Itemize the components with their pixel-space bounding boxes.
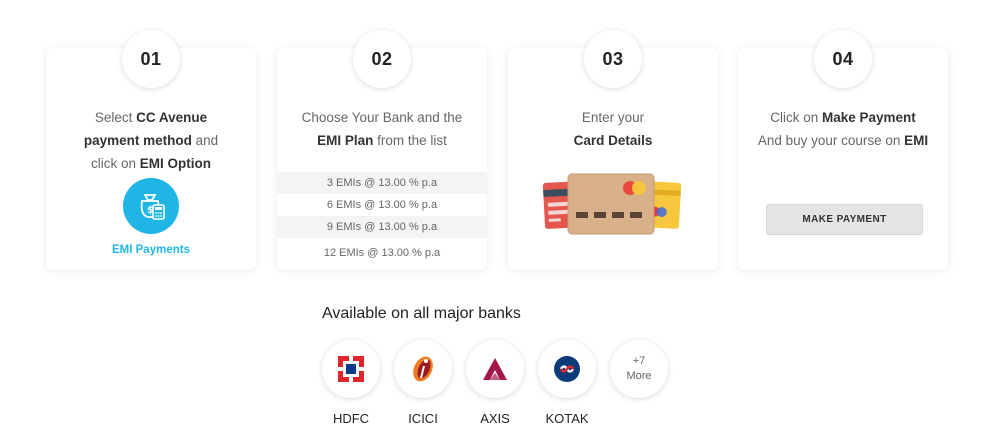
text-fragment: and [191,133,219,148]
text-fragment: click on [90,156,140,171]
emi-payments-link[interactable]: EMI Payments [46,244,256,256]
step-card-1: 01 Select CC Avenue payment method and c… [46,30,256,270]
step-number-badge: 03 [584,30,642,88]
step-description: Click on Make Payment And buy your cours… [738,106,948,152]
text-fragment: Click on [770,110,822,125]
emi-plan-option[interactable]: 6 EMIs @ 13.00 % p.a [277,194,487,216]
step-number-badge: 01 [122,30,180,88]
axis-logo[interactable] [466,340,524,398]
more-banks-label: More [626,370,652,382]
bold-fragment: Make Payment [821,110,916,125]
bold-fragment: Card Details [573,133,653,148]
emi-plan-option[interactable]: 12 EMIs @ 13.00 % p.a [277,238,487,268]
text-line: Choose Your Bank and the [301,110,463,125]
bank-name-axis: AXIS [480,411,510,426]
emi-plan-list: 3 EMIs @ 13.00 % p.a 6 EMIs @ 13.00 % p.… [277,172,487,268]
bold-fragment: EMI Plan [317,133,374,148]
text-fragment: And buy your course on [757,133,905,148]
step-number-badge: 04 [814,30,872,88]
more-banks-text: +7 More [626,354,651,384]
icici-logo[interactable] [394,340,452,398]
bank-name-icici: ICICI [408,411,438,426]
credit-cards-illustration [542,173,682,235]
step-description: Enter your Card Details [508,106,718,152]
bold-fragment: EMI Option [139,156,212,171]
step-card-4: 04 Click on Make Payment And buy your co… [738,30,948,270]
banks-section-title: Available on all major banks [322,305,521,322]
make-payment-button[interactable]: MAKE PAYMENT [766,204,923,235]
step-card-2: 02 Choose Your Bank and the EMI Plan fro… [277,30,487,270]
hdfc-logo[interactable] [322,340,380,398]
bold-fragment: payment method [83,133,192,148]
emi-plan-option[interactable]: 3 EMIs @ 13.00 % p.a [277,172,487,194]
step-description: Select CC Avenue payment method and clic… [46,106,256,175]
bold-fragment: CC Avenue [136,110,208,125]
bold-fragment: EMI [904,133,929,148]
text-fragment: from the list [373,133,447,148]
more-banks-button[interactable]: +7 More [610,340,668,398]
step-description: Choose Your Bank and the EMI Plan from t… [277,106,487,152]
text-fragment: Select [94,110,137,125]
more-banks-count: +7 [632,355,646,367]
step-card-3: 03 Enter your Card Details [508,30,718,270]
bank-name-hdfc: HDFC [332,411,370,426]
step-number-badge: 02 [353,30,411,88]
money-bag-calculator-icon[interactable]: $ [123,178,179,234]
emi-plan-option[interactable]: 9 EMIs @ 13.00 % p.a [277,216,487,238]
bank-name-kotak: KOTAK [545,411,589,426]
kotak-logo[interactable] [538,340,596,398]
text-line: Enter your [581,110,645,125]
